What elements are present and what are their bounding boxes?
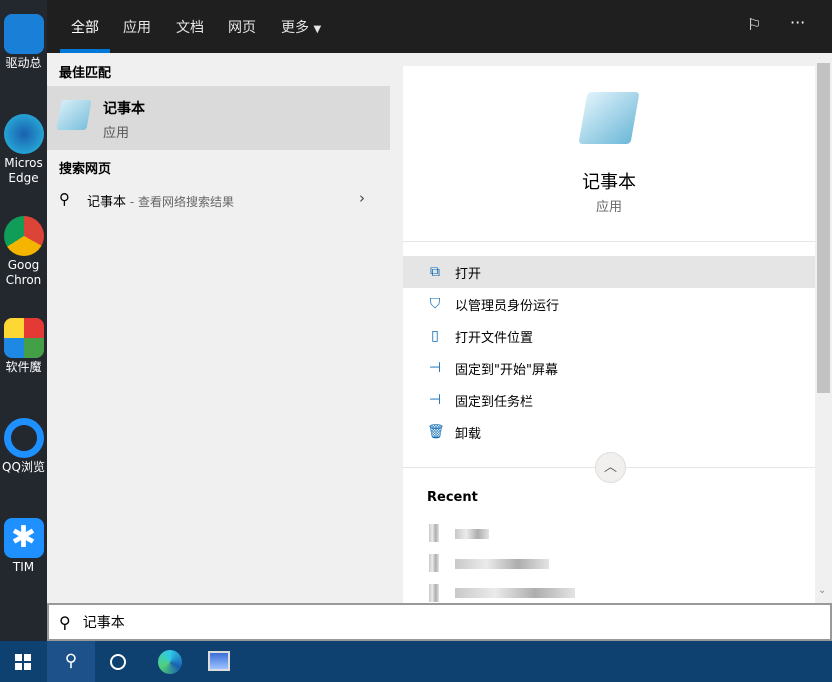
web-suffix: - 查看网络搜索结果 (126, 195, 234, 209)
search-icon: ⚲ (59, 612, 71, 632)
desktop-label: Micros Edge (4, 156, 43, 185)
pin-icon: ⊣ (428, 360, 442, 376)
desktop-icon-qq[interactable]: QQ浏览 (0, 418, 47, 475)
action-open-file-location[interactable]: ▯ 打开文件位置 (403, 320, 815, 352)
action-run-as-admin[interactable]: ⛉ 以管理员身份运行 (403, 288, 815, 320)
collapse-button[interactable]: ︿ (595, 452, 626, 483)
desktop-icon-driver[interactable]: 驱动总 (0, 14, 47, 71)
shield-icon: ⛉ (429, 296, 441, 312)
desktop-label: Goog Chron (5, 258, 42, 287)
file-icon (429, 524, 439, 542)
taskbar: ⚲ (0, 641, 832, 682)
desktop-icon-tim[interactable]: ✱ TIM (0, 518, 47, 575)
recent-header: Recent (427, 490, 478, 505)
recent-item[interactable] (455, 559, 549, 569)
action-label: 卸载 (455, 426, 482, 442)
results-list: 最佳匹配 记事本 应用 搜索网页 ⚲ 记事本 - 查看网络搜索结果 › (47, 53, 390, 603)
open-icon: ⧉ (430, 264, 440, 280)
app-icon (3, 318, 44, 358)
tab-all[interactable]: 全部 (71, 17, 99, 37)
action-open[interactable]: ⧉ 打开 (403, 256, 815, 288)
chevron-right-icon: › (359, 189, 365, 207)
chrome-icon (3, 216, 44, 256)
action-label: 固定到任务栏 (455, 394, 534, 410)
app-icon (3, 14, 44, 54)
edge-taskbar-icon[interactable] (158, 650, 182, 674)
notepad-icon (56, 100, 92, 130)
folder-icon: ▯ (431, 328, 439, 344)
scrollbar-thumb[interactable] (817, 63, 830, 393)
qq-browser-icon (3, 418, 44, 458)
feedback-icon[interactable]: ⚐ (747, 15, 761, 34)
remote-desktop-icon[interactable] (208, 651, 230, 671)
search-taskbar-button[interactable]: ⚲ (47, 641, 95, 682)
desktop-label: 软件魔 (5, 360, 42, 374)
edge-icon (3, 114, 44, 154)
best-match-subtitle: 应用 (103, 126, 130, 141)
search-box[interactable]: ⚲ 记事本 (47, 603, 832, 641)
web-search-header: 搜索网页 (59, 162, 112, 177)
file-icon (429, 584, 439, 602)
windows-start-icon[interactable] (15, 654, 31, 670)
detail-title: 记事本 (582, 172, 636, 193)
best-match-title: 记事本 (103, 101, 145, 117)
detail-pane: 记事本 应用 ⧉ 打开 ⛉ 以管理员身份运行 ▯ 打开文件位置 ⊣ 固定到"开始"屏幕 … (403, 66, 815, 603)
tab-more-label: 更多 (281, 20, 309, 36)
search-icon: ⚲ (59, 190, 70, 208)
recent-item[interactable] (455, 588, 575, 598)
caret-down-icon: ▼ (313, 24, 322, 35)
cortana-icon[interactable] (110, 654, 126, 670)
search-panel: 全部 应用 文档 网页 更多 ▼ ⚐ ··· 最佳匹配 记事本 应用 搜索网页 … (47, 0, 832, 641)
web-search-item[interactable]: ⚲ 记事本 - 查看网络搜索结果 › (47, 187, 390, 213)
action-label: 打开 (455, 266, 482, 282)
web-query: 记事本 (87, 195, 127, 210)
recent-item[interactable] (455, 529, 489, 539)
detail-subtitle: 应用 (595, 200, 622, 215)
action-pin-taskbar[interactable]: ⊣ 固定到任务栏 (403, 384, 815, 416)
trash-icon: 🗑 (427, 424, 445, 440)
action-uninstall[interactable]: 🗑 卸载 (403, 416, 815, 448)
desktop-label: TIM (12, 560, 35, 574)
scroll-down-icon[interactable]: ⌄ (818, 585, 826, 596)
action-label: 打开文件位置 (455, 330, 534, 346)
tab-apps[interactable]: 应用 (123, 17, 151, 37)
notepad-large-icon (578, 92, 640, 144)
divider (403, 241, 815, 242)
action-label: 固定到"开始"屏幕 (455, 362, 558, 378)
desktop-label: QQ浏览 (2, 460, 45, 474)
desktop-icon-chrome[interactable]: Goog Chron (0, 216, 47, 288)
tim-icon: ✱ (3, 518, 44, 558)
best-match-header: 最佳匹配 (59, 66, 112, 81)
action-pin-start[interactable]: ⊣ 固定到"开始"屏幕 (403, 352, 815, 384)
tab-documents[interactable]: 文档 (176, 17, 204, 37)
desktop-label: 驱动总 (5, 56, 42, 70)
tab-more[interactable]: 更多 ▼ (281, 17, 321, 37)
desktop-icon-software[interactable]: 软件魔 (0, 318, 47, 375)
best-match-item[interactable]: 记事本 应用 (47, 86, 390, 150)
tab-web[interactable]: 网页 (228, 17, 256, 37)
search-tabs-bar: 全部 应用 文档 网页 更多 ▼ ⚐ ··· (47, 0, 832, 53)
search-input[interactable]: 记事本 (83, 612, 125, 632)
more-options-icon[interactable]: ··· (790, 13, 805, 32)
action-label: 以管理员身份运行 (455, 298, 560, 314)
scrollbar[interactable]: ⌄ (815, 53, 832, 603)
pin-icon: ⊣ (428, 392, 442, 408)
desktop-icon-edge[interactable]: Micros Edge (0, 114, 47, 186)
file-icon (429, 554, 439, 572)
